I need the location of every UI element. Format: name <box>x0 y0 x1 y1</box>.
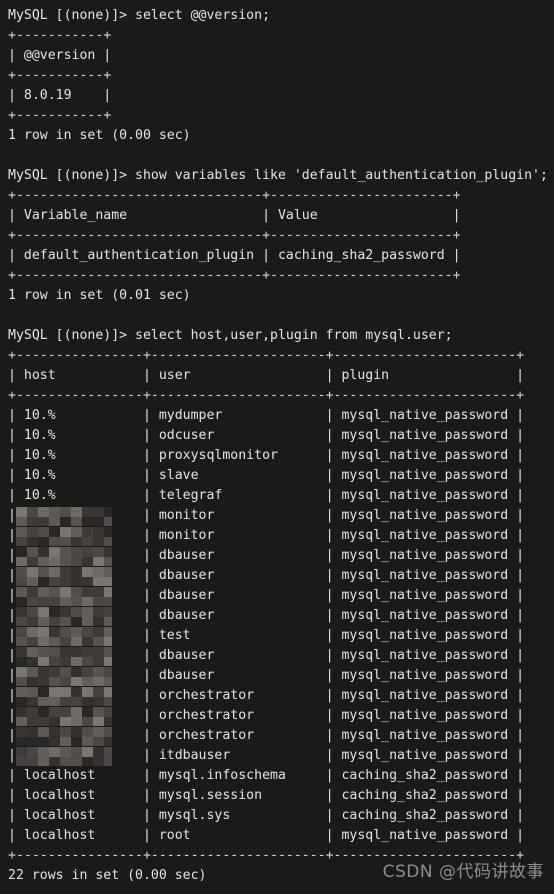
user-table-body: | 10.% | mydumper | mysql_native_passwor… <box>8 406 554 846</box>
table-rule-mid: +-------------------------------+-------… <box>8 228 461 243</box>
mosaic-redaction <box>16 707 112 726</box>
table-row: | localhost | root | mysql_native_passwo… <box>8 828 525 843</box>
table-row: | | orchestrator | mysql_native_password… <box>8 726 554 746</box>
redacted-host-cell: | | dbauser | mysql_native_password | <box>8 566 524 586</box>
terminal-window: MySQL [(none)]> select @@version; +-----… <box>0 0 554 894</box>
table-row: | | orchestrator | mysql_native_password… <box>8 706 554 726</box>
redacted-host-cell: | | orchestrator | mysql_native_password… <box>8 706 524 726</box>
table-row: | default_authentication_plugin | cachin… <box>8 248 461 263</box>
mosaic-redaction <box>16 747 112 766</box>
redacted-host-cell: | | itdbauser | mysql_native_password | <box>8 746 524 766</box>
table-rule-bottom: +-----------+ <box>8 108 112 123</box>
mosaic-redaction <box>16 647 112 666</box>
mosaic-redaction <box>16 667 112 686</box>
command-line-version: MySQL [(none)]> select @@version; <box>8 8 271 23</box>
table-row: | | dbauser | mysql_native_password | <box>8 666 554 686</box>
csdn-watermark: CSDN @代码讲故事 <box>382 862 544 882</box>
mosaic-redaction <box>16 567 112 586</box>
table-row: | localhost | mysql.sys | caching_sha2_p… <box>8 808 525 823</box>
table-row: | | dbauser | mysql_native_password | <box>8 586 554 606</box>
status-line-show-variables: 1 row in set (0.01 sec) <box>8 288 191 303</box>
table-row: | | itdbauser | mysql_native_password | <box>8 746 554 766</box>
mosaic-redaction <box>16 507 112 526</box>
redacted-host-cell: | | orchestrator | mysql_native_password… <box>8 726 524 746</box>
table-rule-top: +----------------+----------------------… <box>8 348 525 363</box>
table-row: | 10.% | telegraf | mysql_native_passwor… <box>8 488 525 503</box>
table-row: | 8.0.19 | <box>8 88 112 103</box>
redacted-host-cell: | | dbauser | mysql_native_password | <box>8 646 524 666</box>
table-row: | | dbauser | mysql_native_password | <box>8 546 554 566</box>
table-row: | localhost | mysql.session | caching_sh… <box>8 788 525 803</box>
table-header-row: | Variable_name | Value | <box>8 208 461 223</box>
table-row: | | dbauser | mysql_native_password | <box>8 606 554 626</box>
table-row: | 10.% | slave | mysql_native_password | <box>8 468 525 483</box>
table-row: | | monitor | mysql_native_password | <box>8 526 554 546</box>
table-row: | | monitor | mysql_native_password | <box>8 506 554 526</box>
redacted-host-cell: | | orchestrator | mysql_native_password… <box>8 686 524 706</box>
table-rule-top: +-------------------------------+-------… <box>8 188 461 203</box>
table-row: | 10.% | mydumper | mysql_native_passwor… <box>8 408 525 423</box>
redacted-host-cell: | | dbauser | mysql_native_password | <box>8 666 524 686</box>
table-row: | 10.% | odcuser | mysql_native_password… <box>8 428 525 443</box>
mosaic-redaction <box>16 587 112 606</box>
mosaic-redaction <box>16 527 112 546</box>
redacted-host-cell: | | monitor | mysql_native_password | <box>8 506 524 526</box>
table-rule-mid: +-----------+ <box>8 68 112 83</box>
command-line-select-users: MySQL [(none)]> select host,user,plugin … <box>8 328 453 343</box>
table-header-row: | host | user | plugin | <box>8 368 525 383</box>
redacted-host-cell: | | test | mysql_native_password | <box>8 626 524 646</box>
table-row: | | dbauser | mysql_native_password | <box>8 646 554 666</box>
table-rule-mid: +----------------+----------------------… <box>8 388 525 403</box>
mosaic-redaction <box>16 547 112 566</box>
status-line-version: 1 row in set (0.00 sec) <box>8 128 191 143</box>
redacted-host-cell: | | dbauser | mysql_native_password | <box>8 586 524 606</box>
table-header-row: | @@version | <box>8 48 112 63</box>
mosaic-redaction <box>16 627 112 646</box>
mosaic-redaction <box>16 687 112 706</box>
redacted-host-cell: | | dbauser | mysql_native_password | <box>8 606 524 626</box>
table-rule-top: +-----------+ <box>8 28 112 43</box>
command-line-show-variables: MySQL [(none)]> show variables like 'def… <box>8 168 548 183</box>
redacted-host-cell: | | monitor | mysql_native_password | <box>8 526 524 546</box>
table-row: | localhost | mysql.infoschema | caching… <box>8 768 525 783</box>
redacted-host-cell: | | dbauser | mysql_native_password | <box>8 546 524 566</box>
table-rule-bottom: +-------------------------------+-------… <box>8 268 461 283</box>
table-row: | | orchestrator | mysql_native_password… <box>8 686 554 706</box>
table-row: | | dbauser | mysql_native_password | <box>8 566 554 586</box>
mosaic-redaction <box>16 727 112 746</box>
table-row: | 10.% | proxysqlmonitor | mysql_native_… <box>8 448 525 463</box>
table-row: | | test | mysql_native_password | <box>8 626 554 646</box>
mosaic-redaction <box>16 607 112 626</box>
